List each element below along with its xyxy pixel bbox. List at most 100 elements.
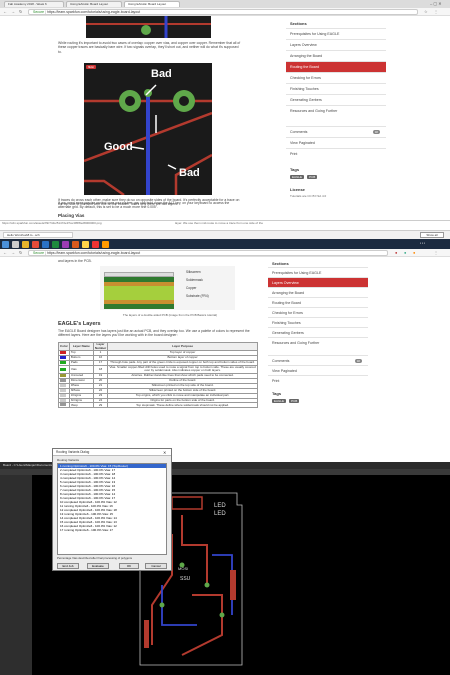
dialog-close-icon[interactable]: ✕: [163, 449, 166, 456]
flickr-badge[interactable]: flickr: [86, 65, 97, 69]
layers-table-body: Top 1 Top layer of copper Bottom 16 Bottom la…: [58, 350, 258, 409]
tag-eagle[interactable]: EAGLE: [290, 175, 305, 179]
sidebar-item-comments[interactable]: Comments 32: [268, 355, 368, 365]
label-silkscreen: Silkscreen: [186, 270, 201, 274]
eagle-tool-palette[interactable]: [0, 475, 32, 675]
sidebar-item-resources[interactable]: Resources and Going Further: [286, 105, 386, 116]
tray-clock: ▪ ▪ ▪: [420, 241, 425, 245]
layer-number-cell: 29: [92, 402, 109, 409]
label-soldermask: Soldermask: [186, 278, 203, 282]
sticky-notes-icon[interactable]: [82, 240, 89, 248]
ext-icon-1[interactable]: ●: [395, 250, 397, 256]
sidebar-item-resources[interactable]: Resources and Going Further: [268, 337, 368, 347]
sidebar-item-routing[interactable]: Routing the Board: [286, 61, 386, 72]
label-copper: Copper: [186, 286, 197, 290]
color-swatch: [60, 393, 66, 397]
sidebar-item-layers[interactable]: Layers Overview: [268, 277, 368, 287]
address-bar[interactable]: Secure | https://learn.sparkfun.com/tuto…: [28, 9, 418, 15]
back-icon[interactable]: ←: [3, 9, 7, 15]
tag-pcb[interactable]: PCB: [307, 175, 318, 179]
routing-variants-label: Routing Variants: [57, 458, 79, 462]
sidebar-item-finishing[interactable]: Finishing Touches: [286, 83, 386, 94]
silk-label-led2: LED: [214, 511, 226, 517]
silk-label-ssu: SSU: [180, 576, 191, 582]
article-para-alt-grid: If you need more precise control over yo…: [58, 201, 230, 210]
sidebar-item-arranging[interactable]: Arranging the Board: [286, 50, 386, 61]
sidebar-item-gerbers[interactable]: Generating Gerbers: [286, 94, 386, 105]
show-all-button[interactable]: Show all: [420, 232, 444, 238]
chrome-icon[interactable]: [32, 240, 39, 248]
tags-heading: Tags: [272, 391, 282, 396]
ok-button[interactable]: OK: [119, 563, 139, 569]
download-item[interactable]: Hello Word/Lab8 lo...sch: [3, 232, 73, 238]
sidebar-item-errors[interactable]: Checking for Errors: [268, 307, 368, 317]
tags-heading: Tags: [290, 167, 300, 172]
sidebar-item-comments[interactable]: Comments 32: [286, 126, 386, 137]
start-icon[interactable]: [2, 240, 9, 248]
menu-icon[interactable]: ⋮: [434, 250, 438, 256]
color-swatch: [60, 383, 66, 387]
folder-icon[interactable]: [22, 240, 29, 248]
license-text: Tutorials are CC BY-SA 4.0: [290, 194, 327, 198]
sidebar-item-finishing[interactable]: Finishing Touches: [268, 317, 368, 327]
reload-icon[interactable]: ↻: [19, 9, 22, 15]
eagle-layers-intro: The EAGLE Board designer has layers just…: [58, 329, 250, 338]
eagle-icon[interactable]: [102, 240, 109, 248]
acrobat-icon[interactable]: [92, 240, 99, 248]
word-icon[interactable]: [42, 240, 49, 248]
layer-color-swatch: [58, 402, 70, 409]
sidebar-item-prerequisites[interactable]: Prerequisites for Using EAGLE: [286, 28, 386, 39]
cancel-button[interactable]: Cancel: [145, 563, 167, 569]
heading-placing-vias: Placing Vias: [58, 213, 85, 218]
menu-icon[interactable]: ⋮: [434, 9, 438, 15]
search-icon[interactable]: [12, 240, 19, 248]
sidebar-item-layers[interactable]: Layers Overview: [286, 39, 386, 50]
sidebar-item-print[interactable]: Print: [268, 375, 368, 385]
routing-variants-list[interactable]: 1 running Optimize6 - 100.0% Vias: 15 (T…: [57, 463, 167, 555]
tag-pcb[interactable]: PCB: [289, 399, 300, 403]
ext-icon-2[interactable]: ●: [404, 250, 406, 256]
variant-row[interactable]: 17 running Optimize6 - 100.0% Vias: 17: [58, 528, 166, 532]
trace-1: [171, 496, 203, 510]
sidebar-item-routing[interactable]: Routing the Board: [268, 297, 368, 307]
tab-strip: Fab Academy 2018 - Week 6 Using EAGLE: B…: [0, 0, 450, 8]
via-4: [219, 612, 225, 618]
color-swatch: [60, 403, 66, 407]
label-bad-bottom: Bad: [179, 167, 200, 179]
stackup-figure: Silkscreen Soldermask Copper Substrate (…: [100, 266, 235, 310]
app-icon[interactable]: [62, 240, 69, 248]
evaluate-button[interactable]: Evaluate: [87, 563, 109, 569]
address-bar[interactable]: Secure | https://learn.sparkfun.com/tuto…: [28, 250, 388, 256]
comments-count-badge: 32: [354, 359, 362, 363]
license-heading: License: [290, 187, 305, 192]
sidebar-item-print[interactable]: Print: [286, 148, 386, 159]
sidebar-item-arranging[interactable]: Arranging the Board: [268, 287, 368, 297]
silk-label-led1: LED: [214, 503, 226, 509]
ext-icon-3[interactable]: ●: [413, 250, 415, 256]
article-para-vias: layer. We use them mid-route to move a t…: [175, 221, 263, 225]
table-header-row: Color Layer Name Layer Number Layer Purp…: [58, 341, 258, 352]
forward-icon[interactable]: →: [11, 9, 15, 15]
reload-icon[interactable]: ↻: [19, 250, 22, 256]
top-sidebar: Sections Prerequisites for Using EAGLE L…: [286, 19, 386, 219]
back-icon[interactable]: ←: [3, 250, 7, 256]
end-job-button[interactable]: End Job: [57, 563, 79, 569]
sidebar-item-prerequisites[interactable]: Prerequisites for Using EAGLE: [268, 267, 368, 277]
layer-substrate: [104, 286, 174, 300]
star-icon[interactable]: ☆: [424, 9, 428, 15]
forward-icon[interactable]: →: [11, 250, 15, 256]
sidebar-item-gerbers[interactable]: Generating Gerbers: [268, 327, 368, 337]
tab-using-eagle-1[interactable]: Using EAGLE: Board Layout: [66, 1, 122, 7]
label-good: Good: [104, 141, 133, 153]
tab-using-eagle-2[interactable]: Using EAGLE: Board Layout: [124, 1, 180, 7]
eagle-window: Board - C:\Users\Manjari\Documents\eagle…: [0, 448, 450, 675]
powerpoint-icon[interactable]: [72, 240, 79, 248]
tag-eagle[interactable]: EAGLE: [272, 399, 287, 403]
toolbar-bottom: ← → ↻ Secure | https://learn.sparkfun.co…: [0, 249, 450, 257]
excel-icon[interactable]: [52, 240, 59, 248]
sidebar-item-view-paginated[interactable]: View Paginated: [268, 365, 368, 375]
tab-fab-academy[interactable]: Fab Academy 2018 - Week 6: [4, 1, 64, 7]
window-controls[interactable]: – ▢ ✕: [430, 1, 442, 6]
sidebar-item-errors[interactable]: Checking for Errors: [286, 72, 386, 83]
sidebar-item-view-paginated[interactable]: View Paginated: [286, 137, 386, 148]
